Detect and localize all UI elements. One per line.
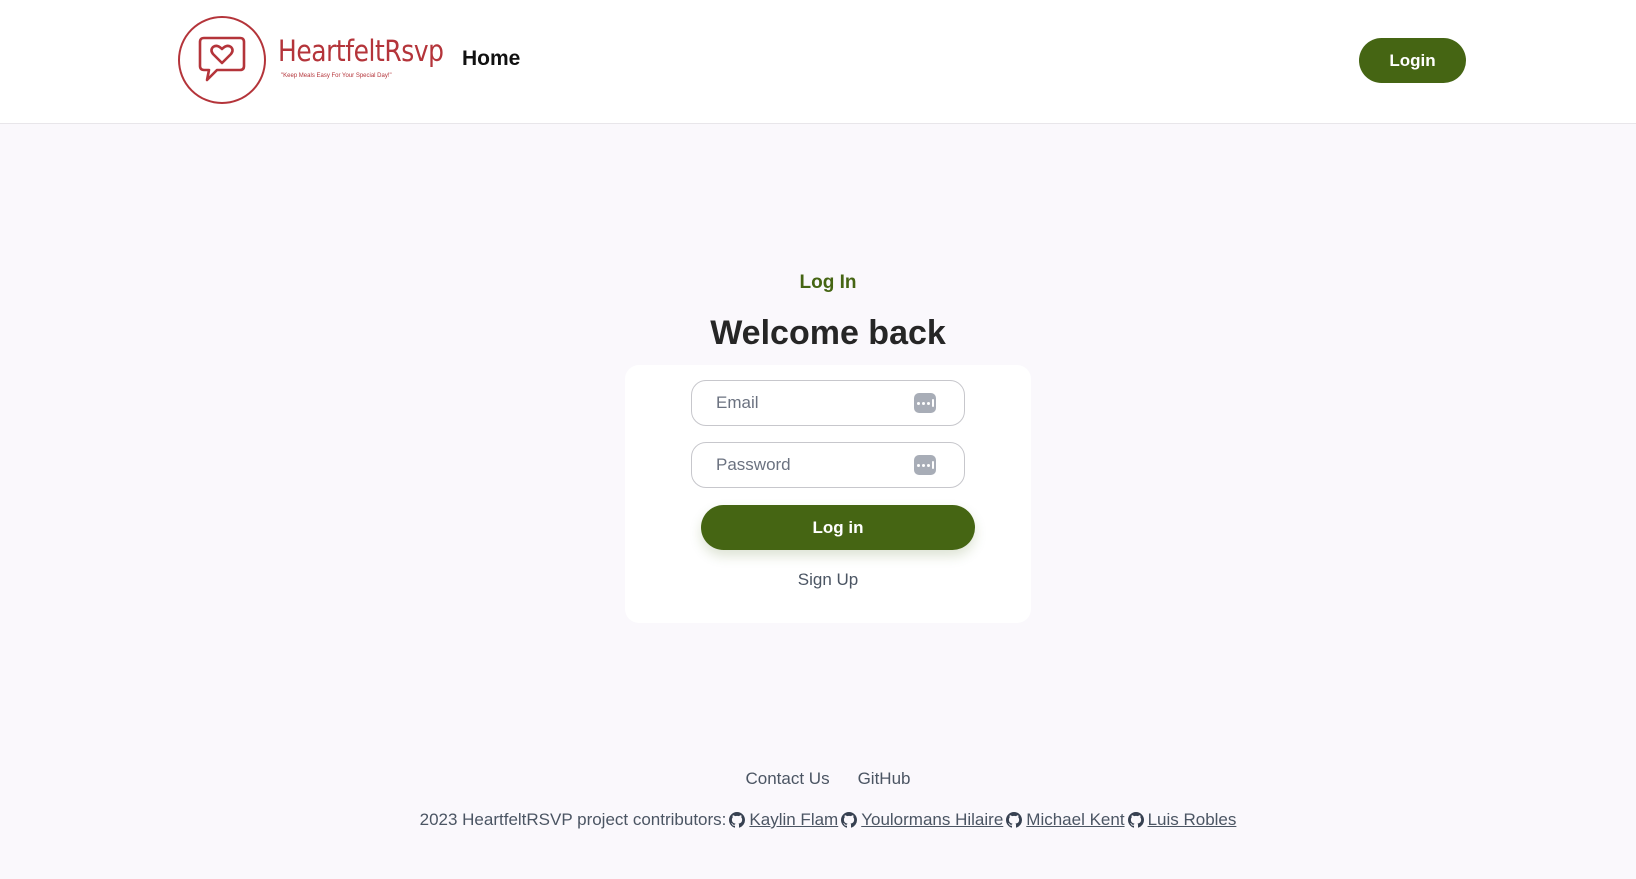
logo[interactable]: HeartfeltRsvp "Keep Meals Easy For Your … (178, 16, 471, 104)
credits-prefix: 2023 HeartfeltRSVP project contributors: (419, 810, 727, 829)
login-eyebrow: Log In (799, 272, 857, 293)
contributor-name: Kaylin Flam (749, 810, 839, 829)
password-field[interactable] (716, 443, 916, 487)
contributor-link[interactable]: Kaylin Flam (729, 810, 838, 830)
logo-tagline: "Keep Meals Easy For Your Special Day!" (281, 72, 392, 79)
email-field-wrapper (691, 380, 965, 426)
password-manager-icon[interactable] (914, 455, 936, 475)
github-icon (841, 812, 858, 828)
github-icon (729, 812, 746, 828)
signup-link[interactable]: Sign Up (625, 570, 1031, 590)
password-manager-icon[interactable] (914, 393, 936, 413)
email-field[interactable] (716, 381, 916, 425)
contributor-name: Michael Kent (1026, 810, 1125, 829)
site-header: HeartfeltRsvp "Keep Meals Easy For Your … (0, 0, 1636, 124)
contact-us-link[interactable]: Contact Us (745, 769, 829, 789)
contributor-name: Youlormans Hilaire (861, 810, 1004, 829)
logo-text: HeartfeltRsvp "Keep Meals Easy For Your … (278, 34, 471, 79)
github-icon (1127, 812, 1144, 828)
contributor-link[interactable]: Youlormans Hilaire (841, 810, 1003, 830)
nav-home-link[interactable]: Home (462, 47, 520, 71)
header-login-button[interactable]: Login (1359, 38, 1466, 83)
credits: 2023 HeartfeltRSVP project contributors:… (0, 810, 1636, 830)
github-icon (1006, 812, 1023, 828)
contributor-link[interactable]: Michael Kent (1006, 810, 1125, 830)
footer-links: Contact Us GitHub (0, 769, 1636, 789)
contributor-name: Luis Robles (1147, 810, 1237, 829)
github-link[interactable]: GitHub (858, 769, 911, 789)
password-field-wrapper (691, 442, 965, 488)
logo-name: HeartfeltRsvp (278, 33, 444, 68)
logo-circle (178, 16, 266, 104)
page-title: Welcome back (710, 314, 946, 352)
contributor-link[interactable]: Luis Robles (1127, 810, 1237, 830)
heart-chat-icon (198, 36, 246, 82)
login-submit-button[interactable]: Log in (701, 505, 975, 550)
login-card: Log in Sign Up (625, 365, 1031, 623)
